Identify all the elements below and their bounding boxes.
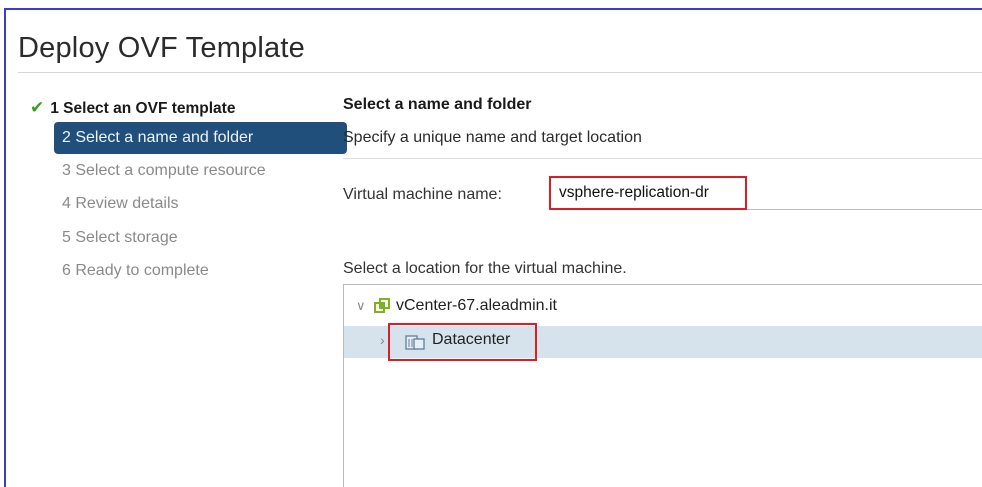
step-5-label: 5 Select storage [62,229,178,246]
step-2-label: 2 Select a name and folder [62,129,254,146]
step-4: 4 Review details [62,189,179,219]
step-6: 6 Ready to complete [62,256,209,286]
vcenter-icon [374,297,390,313]
panel-subheading: Specify a unique name and target locatio… [343,129,642,146]
dialog-title: Deploy OVF Template [18,32,305,64]
step-5: 5 Select storage [62,223,178,253]
datacenter-highlight [388,323,537,361]
check-icon: ✔ [30,98,45,117]
step-4-label: 4 Review details [62,195,179,212]
step-2[interactable]: 2 Select a name and folder [54,122,347,154]
step-3-label: 3 Select a compute resource [62,162,266,179]
chevron-down-icon[interactable]: ∨ [356,298,374,314]
vm-name-input[interactable]: vsphere-replication-dr [549,176,747,210]
step-1-label: 1 Select an OVF template [50,100,236,117]
vm-name-label: Virtual machine name: [343,186,502,203]
tree-node-vcenter[interactable]: ∨ vCenter-67.aleadmin.it [356,297,557,321]
panel-divider [343,158,982,159]
panel-heading: Select a name and folder [343,96,532,113]
step-1[interactable]: ✔ 1 Select an OVF template [30,93,235,123]
location-label: Select a location for the virtual machin… [343,260,627,277]
step-6-label: 6 Ready to complete [62,262,209,279]
chevron-right-icon[interactable]: › [380,332,385,348]
tree-node-vcenter-label: vCenter-67.aleadmin.it [396,297,557,314]
title-divider [18,72,982,73]
step-3: 3 Select a compute resource [62,156,266,186]
